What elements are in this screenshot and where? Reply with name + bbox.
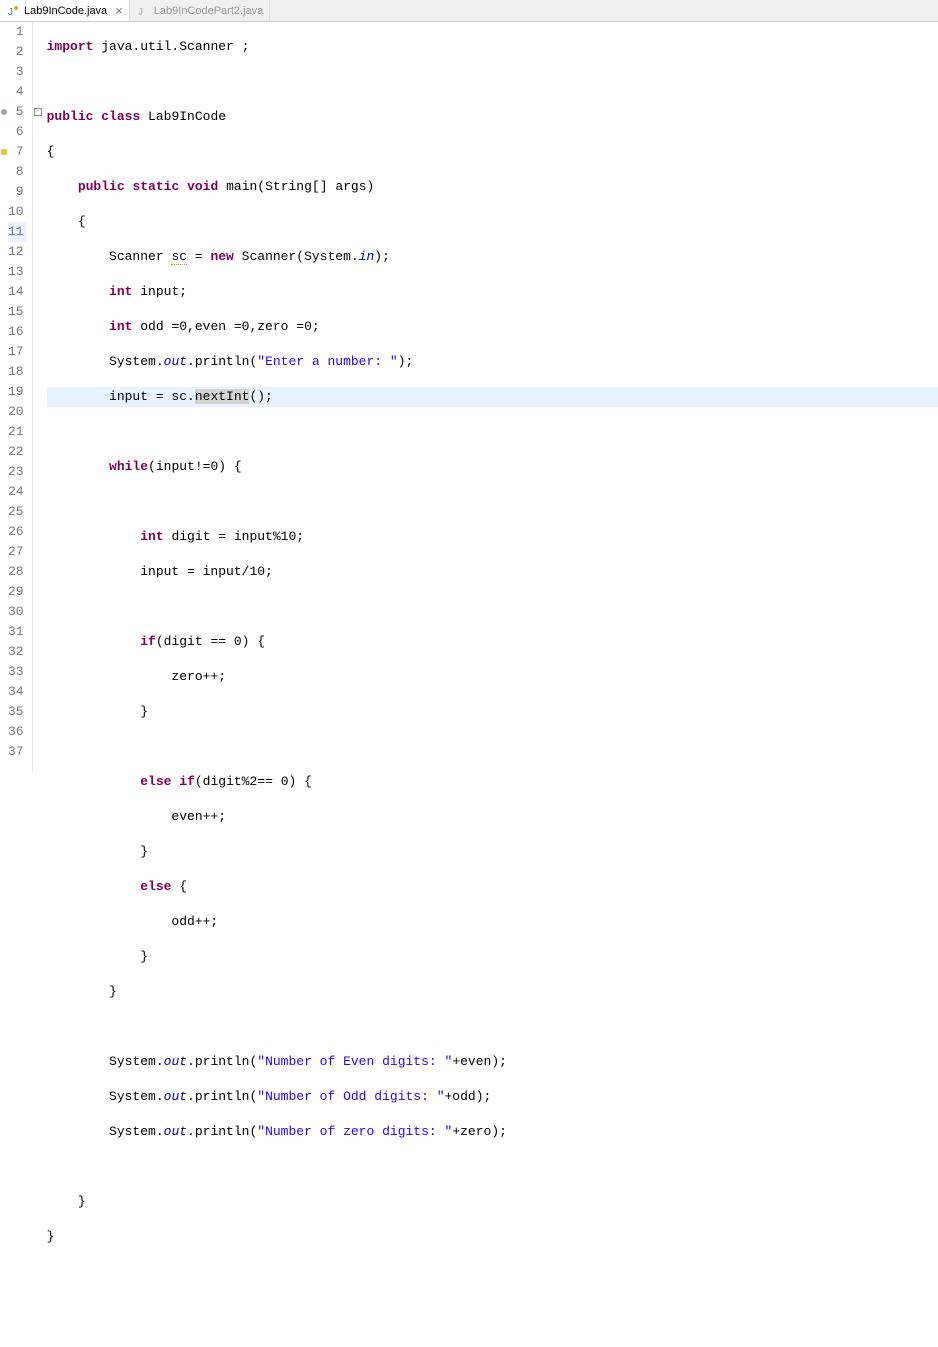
code-line <box>47 422 938 442</box>
code-line <box>47 1297 938 1317</box>
fold-column: - <box>33 22 43 772</box>
code-line: Scanner sc = new Scanner(System.in); <box>47 247 938 267</box>
tab-lab9incodepart2[interactable]: J Lab9InCodePart2.java <box>130 0 270 21</box>
code-line: { <box>47 212 938 232</box>
code-line: input = input/10; <box>47 562 938 582</box>
code-line: } <box>47 947 938 967</box>
code-editor[interactable]: 1 2 3 4 5 6 7 8 9 10 11 12 13 14 15 16 1… <box>0 22 938 772</box>
code-line: else { <box>47 877 938 897</box>
fold-toggle-icon[interactable]: - <box>33 102 43 122</box>
code-line: { <box>47 142 938 162</box>
java-file-icon: J <box>136 4 150 18</box>
warning-marker-icon[interactable] <box>0 142 8 162</box>
tab-lab9incode[interactable]: J Lab9InCode.java × <box>0 0 130 21</box>
code-line: int odd =0,even =0,zero =0; <box>47 317 938 337</box>
code-line: System.out.println("Number of Even digit… <box>47 1052 938 1072</box>
code-line: } <box>47 982 938 1002</box>
code-line: System.out.println("Enter a number: "); <box>47 352 938 372</box>
code-line <box>47 737 938 757</box>
code-line: public static void main(String[] args) <box>47 177 938 197</box>
code-line: input = sc.nextInt(); <box>47 387 938 407</box>
code-area[interactable]: import java.util.Scanner ; public class … <box>43 22 938 772</box>
code-line: int digit = input%10; <box>47 527 938 547</box>
code-line <box>47 1157 938 1177</box>
marker-column <box>0 22 8 772</box>
code-line <box>47 492 938 512</box>
code-line <box>47 72 938 92</box>
code-line <box>47 597 938 617</box>
fold-marker-icon[interactable] <box>0 102 8 122</box>
close-icon[interactable]: × <box>115 4 123 17</box>
code-line: } <box>47 1227 938 1247</box>
tab-label: Lab9InCodePart2.java <box>154 5 263 17</box>
code-line: } <box>47 702 938 722</box>
code-line <box>47 1017 938 1037</box>
svg-text:J: J <box>138 7 143 18</box>
code-line: odd++; <box>47 912 938 932</box>
code-line: zero++; <box>47 667 938 687</box>
code-line: System.out.println("Number of Odd digits… <box>47 1087 938 1107</box>
code-line: public class Lab9InCode <box>47 107 938 127</box>
code-line <box>47 1262 938 1282</box>
code-line: int input; <box>47 282 938 302</box>
code-line: while(input!=0) { <box>47 457 938 477</box>
tab-label: Lab9InCode.java <box>24 5 107 17</box>
code-line: else if(digit%2== 0) { <box>47 772 938 792</box>
code-line: } <box>47 1192 938 1212</box>
code-line: import java.util.Scanner ; <box>47 37 938 57</box>
code-line: System.out.println("Number of zero digit… <box>47 1122 938 1142</box>
tab-bar: J Lab9InCode.java × J Lab9InCodePart2.ja… <box>0 0 938 22</box>
java-file-icon: J <box>6 4 20 18</box>
code-line: if(digit == 0) { <box>47 632 938 652</box>
svg-text:J: J <box>8 7 13 18</box>
line-number-gutter: 1 2 3 4 5 6 7 8 9 10 11 12 13 14 15 16 1… <box>8 22 33 772</box>
code-line: even++; <box>47 807 938 827</box>
code-line: } <box>47 842 938 862</box>
